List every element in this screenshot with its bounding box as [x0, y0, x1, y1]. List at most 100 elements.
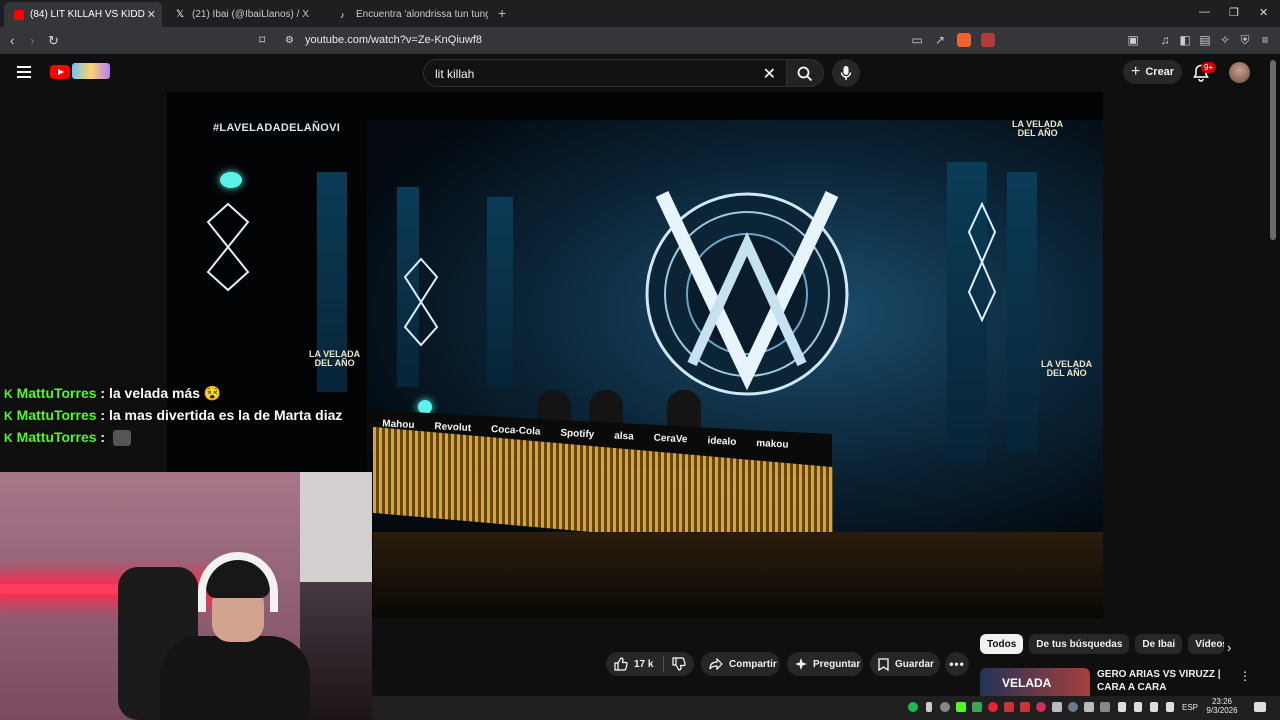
chip-de-ibai[interactable]: De Ibai — [1135, 634, 1183, 654]
forward-icon[interactable]: › — [30, 33, 34, 48]
panel-icon[interactable]: ◧ — [1178, 33, 1192, 47]
velada-logo: LA VELADA DEL AÑO — [1041, 360, 1092, 378]
search-box[interactable]: lit killah ✕ — [423, 59, 787, 87]
neon-light-decoration — [967, 202, 997, 322]
save-button[interactable]: Guardar — [870, 652, 940, 676]
velada-logo-bottom: DEL AÑO — [1046, 368, 1087, 378]
new-tab-button[interactable]: + — [498, 5, 506, 21]
thumbs-down-icon[interactable] — [672, 657, 687, 671]
velada-emblem-icon — [645, 191, 849, 396]
velada-logo: LA VELADA DEL AÑO — [1012, 120, 1063, 138]
close-tab-icon[interactable]: ✕ — [147, 8, 156, 21]
recording-tray-icon[interactable] — [988, 702, 998, 712]
site-info-icon[interactable]: ⚙ — [285, 35, 294, 46]
tab-x[interactable]: 𝕏 (21) Ibai (@IbaiLlanos) / X — [166, 2, 326, 27]
stage-floor — [373, 532, 1103, 618]
sponsor-logo: idealo — [707, 435, 737, 448]
youtube-logo-icon[interactable] — [50, 65, 70, 79]
share-page-icon[interactable]: ↗ — [933, 33, 947, 47]
reload-icon[interactable]: ↻ — [48, 33, 59, 49]
leo-ai-icon[interactable]: ✧ — [1218, 33, 1232, 47]
restore-icon[interactable]: ❐ — [1229, 6, 1239, 19]
browser-toolbar: ‹ › ↻ ⌑ ⚙ youtube.com/watch?v=Ze-KnQiuwf… — [0, 27, 1280, 54]
like-count[interactable]: 17 k — [634, 659, 653, 670]
language-indicator[interactable]: ESP — [1182, 703, 1198, 712]
chip-todos[interactable]: Todos — [980, 634, 1024, 654]
app-tray-icon[interactable] — [972, 702, 982, 712]
stage-pillar — [1007, 172, 1037, 452]
divider — [663, 656, 665, 672]
address-bar-url[interactable]: youtube.com/watch?v=Ze-KnQiuwf8 — [305, 34, 482, 46]
kick-tray-icon[interactable] — [956, 702, 966, 712]
app-tray-icon[interactable] — [1004, 702, 1014, 712]
search-icon — [797, 66, 813, 82]
app-tray-icon[interactable] — [1020, 702, 1030, 712]
recommendation-title[interactable]: GERO ARIAS VS VIRUZZ | CARA A CARA — [1097, 668, 1237, 694]
voice-search-button[interactable] — [832, 59, 860, 87]
chat-username: MattuTorres — [16, 407, 97, 423]
display-icon[interactable] — [1134, 702, 1142, 712]
notification-center-icon[interactable] — [1254, 702, 1266, 712]
tab-youtube[interactable]: (84) LIT KILLAH VS KIDD KEO | C ✕ — [4, 2, 162, 27]
kick-icon: K — [4, 387, 13, 401]
tab-title: (84) LIT KILLAH VS KIDD KEO | C — [30, 9, 148, 20]
search-button[interactable] — [786, 59, 824, 87]
recommendation-thumbnail[interactable]: VELADA — [980, 668, 1090, 696]
chat-text: : la mas divertida es la de Marta diaz — [100, 407, 343, 423]
chips-next-icon[interactable]: › — [1227, 640, 1231, 655]
recommendation-more-icon[interactable]: ⋮ — [1239, 669, 1251, 683]
spotify-tray-icon[interactable] — [908, 702, 918, 712]
menu-icon[interactable]: ≡ — [1258, 33, 1272, 47]
bookmark-icon[interactable]: ⌑ — [259, 33, 265, 47]
more-actions-button[interactable]: ••• — [945, 652, 969, 676]
share-button[interactable]: Compartir — [701, 652, 780, 676]
neon-light-decoration — [403, 257, 439, 347]
chip-videos[interactable]: Vídeos — [1188, 634, 1225, 654]
volume-icon[interactable] — [1166, 702, 1174, 712]
youtube-doodle-icon[interactable] — [72, 63, 110, 79]
ask-button[interactable]: Preguntar — [787, 652, 863, 676]
steam-tray-icon[interactable] — [1100, 702, 1110, 712]
thumbs-up-icon[interactable] — [614, 657, 628, 671]
mic-tray-icon[interactable] — [926, 702, 932, 712]
thumbnail-text: VELADA — [1002, 676, 1052, 690]
account-avatar[interactable] — [1229, 62, 1250, 83]
app-tray-icon[interactable] — [1084, 702, 1094, 712]
chat-emote-icon — [112, 430, 131, 447]
monitor-icon[interactable] — [1150, 702, 1158, 712]
vpn-icon[interactable]: ⛨ — [1238, 33, 1252, 47]
wallet-icon[interactable]: ▤ — [1198, 33, 1212, 47]
media-icon[interactable]: ♫ — [1158, 33, 1172, 47]
tab-title: Encuentra 'alondrissa tun tung' en TikT — [356, 9, 488, 20]
back-icon[interactable]: ‹ — [10, 33, 14, 48]
close-window-icon[interactable]: ✕ — [1259, 6, 1268, 19]
cast-icon[interactable]: ▭ — [910, 33, 924, 47]
brave-rewards-icon[interactable] — [981, 33, 995, 47]
sidebar-icon[interactable]: ▣ — [1126, 33, 1140, 47]
sponsor-logo: alsa — [613, 430, 634, 443]
page-scrollbar[interactable] — [1270, 60, 1276, 240]
app-tray-icon[interactable] — [1052, 702, 1062, 712]
chat-username: MattuTorres — [16, 385, 97, 401]
brave-shield-icon[interactable] — [957, 33, 971, 47]
app-tray-icon[interactable] — [1036, 702, 1046, 712]
network-icon[interactable] — [1118, 702, 1126, 712]
minimize-icon[interactable]: — — [1199, 6, 1210, 18]
stream-chat-overlay: K MattuTorres : la velada más 😵 K MattuTor… — [4, 383, 364, 449]
chat-text: : — [100, 429, 106, 445]
clear-search-icon[interactable]: ✕ — [763, 64, 776, 84]
tab-tiktok[interactable]: ♪ Encuentra 'alondrissa tun tung' en Tik… — [330, 2, 490, 27]
obs-tray-icon[interactable] — [940, 702, 950, 712]
clock[interactable]: 23:26 9/3/2026 — [1200, 697, 1244, 715]
kick-icon: K — [4, 431, 13, 445]
browser-tabbar: (84) LIT KILLAH VS KIDD KEO | C ✕ 𝕏 (21)… — [0, 0, 1280, 27]
guide-menu-icon[interactable] — [17, 66, 31, 78]
windows-taskbar: ESP 23:26 9/3/2026 — [372, 696, 1280, 720]
app-tray-icon[interactable] — [1068, 702, 1078, 712]
chat-message: K MattuTorres : — [4, 427, 364, 449]
x-logo-icon: 𝕏 — [176, 8, 185, 20]
microphone-icon — [840, 66, 852, 80]
chip-de-tus-busquedas[interactable]: De tus búsquedas — [1029, 634, 1130, 654]
create-button[interactable]: + Crear — [1123, 60, 1182, 84]
search-input[interactable]: lit killah — [435, 67, 474, 81]
